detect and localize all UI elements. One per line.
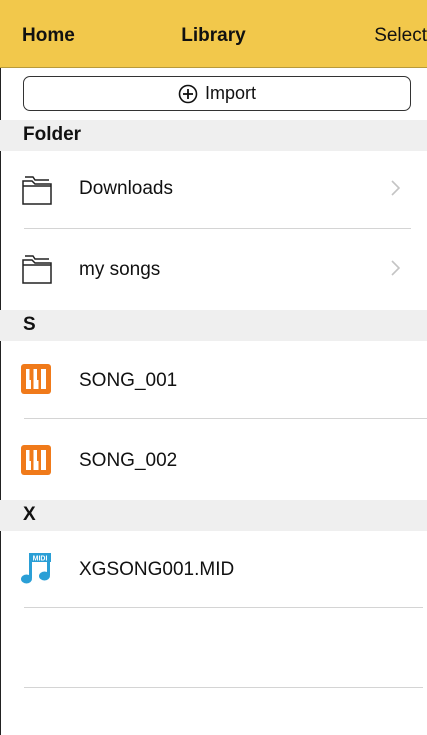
folder-icon	[22, 255, 52, 284]
list-item-downloads[interactable]: Downloads	[0, 147, 427, 228]
page-title: Library	[181, 25, 246, 46]
list-item-label: SONG_002	[79, 450, 178, 471]
list-item-xgsong001[interactable]: MIDI XGSONG001.MID	[0, 528, 427, 609]
list-item-song-002[interactable]: SONG_002	[0, 419, 427, 500]
chevron-right-icon	[391, 260, 400, 276]
section-header-x: X	[0, 500, 427, 531]
section-header-label: Folder	[23, 124, 82, 145]
piano-keys-icon	[21, 445, 51, 475]
section-header-label: S	[23, 314, 36, 335]
row-divider	[24, 607, 423, 608]
import-label: Import	[204, 83, 256, 103]
piano-keys-icon	[21, 364, 51, 394]
midi-icon-text: MIDI	[33, 556, 48, 563]
import-button[interactable]: Import	[23, 76, 411, 111]
select-button[interactable]: Select	[374, 25, 427, 47]
chevron-right-icon	[391, 180, 400, 196]
list-item-label: SONG_001	[79, 370, 178, 391]
plus-circle-icon	[178, 84, 198, 103]
list-item-label: my songs	[79, 259, 161, 280]
list-item-song-001[interactable]: SONG_001	[0, 338, 427, 419]
navigation-bar: Home Library Select	[0, 0, 427, 68]
midi-file-icon: MIDI	[21, 553, 51, 584]
section-header-label: X	[23, 504, 36, 525]
row-divider	[24, 687, 423, 688]
folder-icon	[22, 176, 52, 205]
section-header-s: S	[0, 310, 427, 341]
list-item-label: XGSONG001.MID	[79, 559, 235, 580]
list-item-label: Downloads	[79, 178, 173, 199]
list-item-my-songs[interactable]: my songs	[0, 229, 427, 310]
